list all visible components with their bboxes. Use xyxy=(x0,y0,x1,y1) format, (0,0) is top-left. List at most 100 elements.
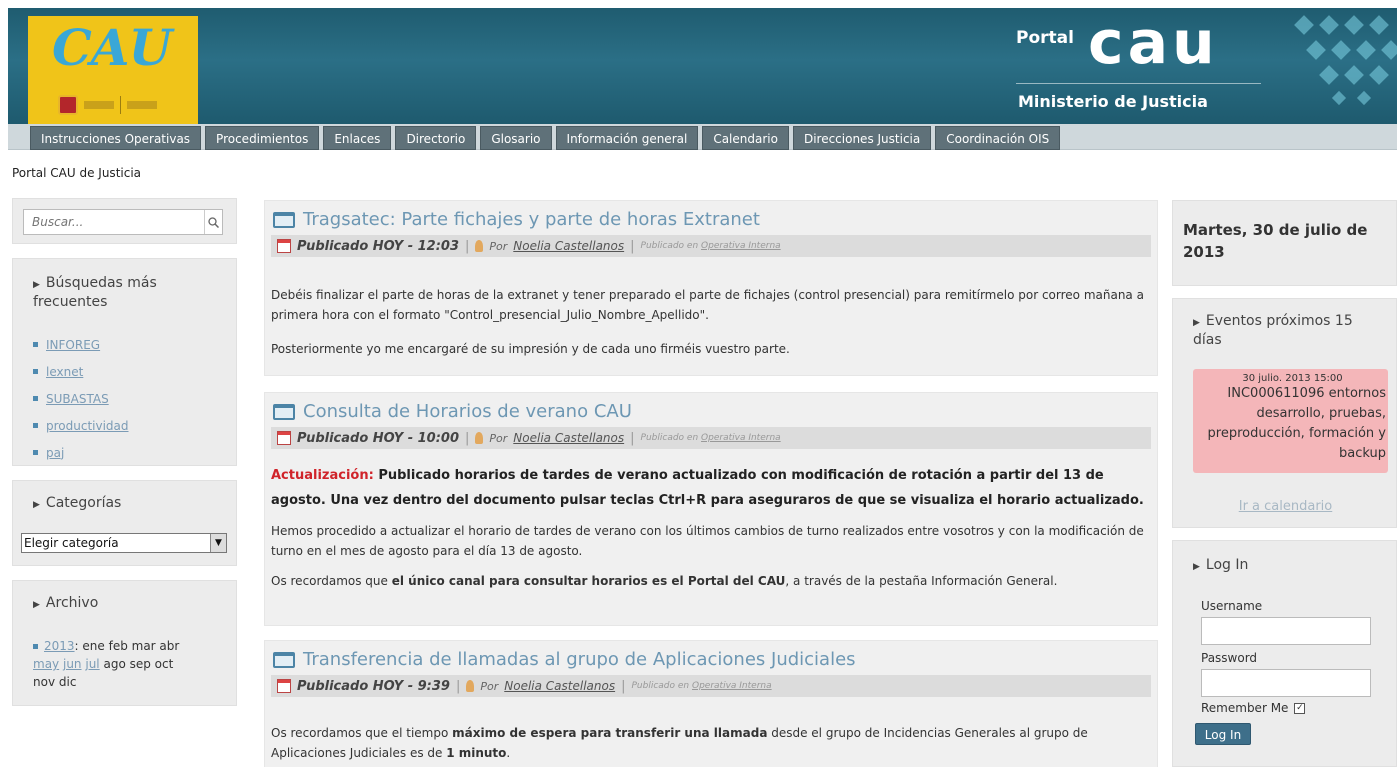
events-title: ▶ Eventos próximos 15 días xyxy=(1193,313,1383,349)
post-meta: Publicado HOY - 9:39 | Por Noelia Castel… xyxy=(271,675,1151,697)
login-button[interactable]: Log In xyxy=(1195,723,1251,745)
list-item: SUBASTAS xyxy=(33,385,129,412)
frequent-searches-title: ▶ Búsquedas más frecuentes xyxy=(33,275,223,311)
current-date: Martes, 30 de julio de 2013 xyxy=(1183,221,1368,261)
post-published: Publicado HOY - 9:39 xyxy=(297,678,450,694)
post-title[interactable]: Consulta de Horarios de verano CAU xyxy=(273,401,632,422)
search-input[interactable] xyxy=(23,209,223,235)
username-field[interactable] xyxy=(1201,617,1371,645)
event-date: 30 julio. 2013 15:00 xyxy=(1242,373,1343,384)
folder-icon xyxy=(273,403,295,420)
bullet-icon xyxy=(33,342,38,347)
list-item: INFOREG xyxy=(33,331,129,358)
archive-months-text: ago sep oct xyxy=(103,657,174,671)
update-text: Publicado horarios de tardes de verano a… xyxy=(271,468,1144,508)
post-published: Publicado HOY - 12:03 xyxy=(297,238,460,254)
by-label: Por xyxy=(480,679,499,693)
post-body: Actualización: Publicado horarios de tar… xyxy=(271,463,1151,591)
cau-logo[interactable]: CAU xyxy=(28,16,198,124)
nav-tab-instrucciones[interactable]: Instrucciones Operativas xyxy=(30,126,202,150)
post-title[interactable]: Tragsatec: Parte fichajes y parte de hor… xyxy=(273,209,760,230)
password-label: Password xyxy=(1201,651,1258,665)
post-card: Transferencia de llamadas al grupo de Ap… xyxy=(264,640,1158,767)
user-icon xyxy=(475,240,484,252)
post-meta: Publicado HOY - 12:03 | Por Noelia Caste… xyxy=(271,235,1151,257)
nav-tab-enlaces[interactable]: Enlaces xyxy=(323,126,392,150)
text-bold-fragment: máximo de espera para transferir una lla… xyxy=(452,726,768,740)
post-author-link[interactable]: Noelia Castellanos xyxy=(504,679,615,693)
list-item: lexnet xyxy=(33,358,129,385)
portal-label: Portal xyxy=(1016,28,1074,48)
nav-tab-glosario[interactable]: Glosario xyxy=(480,126,552,150)
password-field[interactable] xyxy=(1201,669,1371,697)
text-fragment: Os recordamos que xyxy=(271,574,392,588)
post-title-text: Consulta de Horarios de verano CAU xyxy=(303,401,632,422)
archive-title: ▶ Archivo xyxy=(33,595,98,614)
post-author-link[interactable]: Noelia Castellanos xyxy=(513,431,624,445)
search-link-lexnet[interactable]: lexnet xyxy=(46,365,83,379)
post-meta: Publicado HOY - 10:00 | Por Noelia Caste… xyxy=(271,427,1151,449)
search-link-inforeg[interactable]: INFOREG xyxy=(46,338,100,352)
categories-widget: ▶ Categorías Elegir categoría ▼ xyxy=(12,480,237,566)
remember-me: Remember Me ✓ xyxy=(1201,701,1306,715)
user-icon xyxy=(475,432,484,444)
ministerio-mark xyxy=(127,101,157,109)
event-card[interactable]: 30 julio. 2013 15:00 INC000611096 entorn… xyxy=(1193,369,1388,473)
archive-month-jun[interactable]: jun xyxy=(63,657,82,671)
page: CAU Portal cau Ministerio de Justicia In… xyxy=(0,0,1397,767)
username-label: Username xyxy=(1201,599,1263,613)
triangle-right-icon: ▶ xyxy=(1193,318,1200,328)
meta-separator: | xyxy=(455,678,461,694)
published-in-label: Publicado en xyxy=(640,433,699,443)
post-category-link[interactable]: Operativa Interna xyxy=(701,433,781,443)
search-link-paj[interactable]: paj xyxy=(46,446,64,460)
site-header: CAU Portal cau Ministerio de Justicia xyxy=(8,8,1397,124)
meta-separator: | xyxy=(465,430,470,446)
text-fragment: Os recordamos que el tiempo xyxy=(271,726,453,740)
archive-month-may[interactable]: may xyxy=(33,657,59,671)
by-label: Por xyxy=(489,431,508,445)
login-widget: ▶ Log In Username Password Remember Me ✓ … xyxy=(1172,540,1397,767)
nav-tab-directorio[interactable]: Directorio xyxy=(395,126,477,150)
search-icon[interactable] xyxy=(204,210,222,234)
calendar-icon xyxy=(277,679,291,693)
archive-year-link[interactable]: 2013 xyxy=(44,639,75,653)
post-title-text: Transferencia de llamadas al grupo de Ap… xyxy=(303,649,856,670)
published-in-label: Publicado en xyxy=(640,241,699,251)
nav-tab-calendario[interactable]: Calendario xyxy=(702,126,789,150)
triangle-right-icon: ▶ xyxy=(33,280,40,290)
breadcrumb[interactable]: Portal CAU de Justicia xyxy=(12,166,141,180)
archive-months-text: nov dic xyxy=(33,675,77,689)
nav-tab-coordinacion[interactable]: Coordinación OIS xyxy=(935,126,1061,150)
nav-tab-procedimientos[interactable]: Procedimientos xyxy=(205,126,320,150)
post-title[interactable]: Transferencia de llamadas al grupo de Ap… xyxy=(273,649,856,670)
remember-me-checkbox[interactable]: ✓ xyxy=(1294,702,1306,714)
header-divider xyxy=(1016,83,1261,84)
text-bold-fragment: 1 minuto xyxy=(446,746,507,760)
nav-tab-informacion[interactable]: Información general xyxy=(555,126,699,150)
update-label: Actualización: xyxy=(271,468,374,483)
frequent-searches-label: Búsquedas más frecuentes xyxy=(33,275,157,310)
events-widget: ▶ Eventos próximos 15 días 30 julio. 2013… xyxy=(1172,298,1397,528)
emblem-divider xyxy=(120,96,121,114)
search-link-subastas[interactable]: SUBASTAS xyxy=(46,392,109,406)
post-body: Os recordamos que el tiempo máximo de es… xyxy=(271,723,1151,763)
archive-label: Archivo xyxy=(45,595,99,611)
archive-widget: ▶ Archivo 2013: ene feb mar abr may jun j… xyxy=(12,580,237,706)
post-author-link[interactable]: Noelia Castellanos xyxy=(513,239,624,253)
calendar-icon xyxy=(277,239,291,253)
calendar-link[interactable]: Ir a calendario xyxy=(1173,499,1397,514)
events-label: Eventos próximos 15 días xyxy=(1193,313,1353,348)
search-link-productividad[interactable]: productividad xyxy=(46,419,129,433)
event-description: INC000611096 entornos desarrollo, prueba… xyxy=(1207,386,1386,461)
post-category-link[interactable]: Operativa Interna xyxy=(701,241,781,251)
nav-tab-direcciones[interactable]: Direcciones Justicia xyxy=(792,126,932,150)
category-select[interactable]: Elegir categoría ▼ xyxy=(21,533,227,553)
archive-month-jul[interactable]: jul xyxy=(85,657,99,671)
archive-months-text: ene feb mar abr xyxy=(82,639,180,653)
login-label: Log In xyxy=(1205,557,1249,573)
post-paragraph: Os recordamos que el único canal para co… xyxy=(271,571,1151,591)
post-category-link[interactable]: Operativa Interna xyxy=(692,681,772,691)
chevron-down-icon[interactable]: ▼ xyxy=(210,534,226,552)
post-category: Publicado en Operativa Interna xyxy=(641,241,781,251)
